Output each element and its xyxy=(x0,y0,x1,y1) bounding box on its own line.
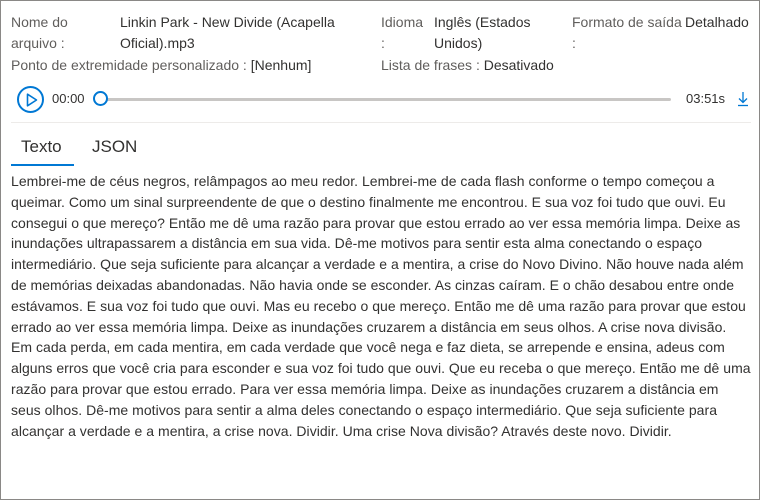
output-format-value: Detalhado xyxy=(685,14,749,30)
tab-texto[interactable]: Texto xyxy=(21,134,62,160)
play-icon xyxy=(26,93,38,107)
language-label: Idioma : xyxy=(381,14,424,51)
filename-value: Linkin Park - New Divide (Acapella Ofici… xyxy=(120,14,335,51)
filename-label: Nome do arquivo : xyxy=(11,14,68,51)
endpoint-label: Ponto de extremidade personalizado : xyxy=(11,57,247,73)
output-format-label: Formato de saída : xyxy=(572,14,682,51)
phrase-list-row: Lista de frases : Desativado xyxy=(381,55,554,76)
current-time: 00:00 xyxy=(52,91,85,106)
download-button[interactable] xyxy=(736,91,750,107)
download-icon xyxy=(738,92,748,107)
phrase-list-value: Desativado xyxy=(483,57,554,73)
active-tab-indicator xyxy=(11,164,74,166)
language-value: Inglês (Estados Unidos) xyxy=(434,14,531,51)
total-time: 03:51s xyxy=(686,91,726,106)
audio-player: 00:00 03:51s xyxy=(17,86,751,114)
divider xyxy=(11,122,751,123)
transcription-panel: Nome do arquivo : Linkin Park - New Divi… xyxy=(0,0,760,500)
tab-json[interactable]: JSON xyxy=(92,134,137,160)
play-button[interactable] xyxy=(17,86,44,113)
seek-thumb[interactable] xyxy=(93,91,108,106)
endpoint-value: [Nenhum] xyxy=(250,57,312,73)
seek-bar[interactable] xyxy=(101,98,671,101)
phrase-list-label: Lista de frases : xyxy=(381,57,480,73)
transcript-text: Lembrei-me de céus negros, relâmpagos ao… xyxy=(11,173,751,439)
endpoint-row: Ponto de extremidade personalizado : [Ne… xyxy=(11,55,311,76)
